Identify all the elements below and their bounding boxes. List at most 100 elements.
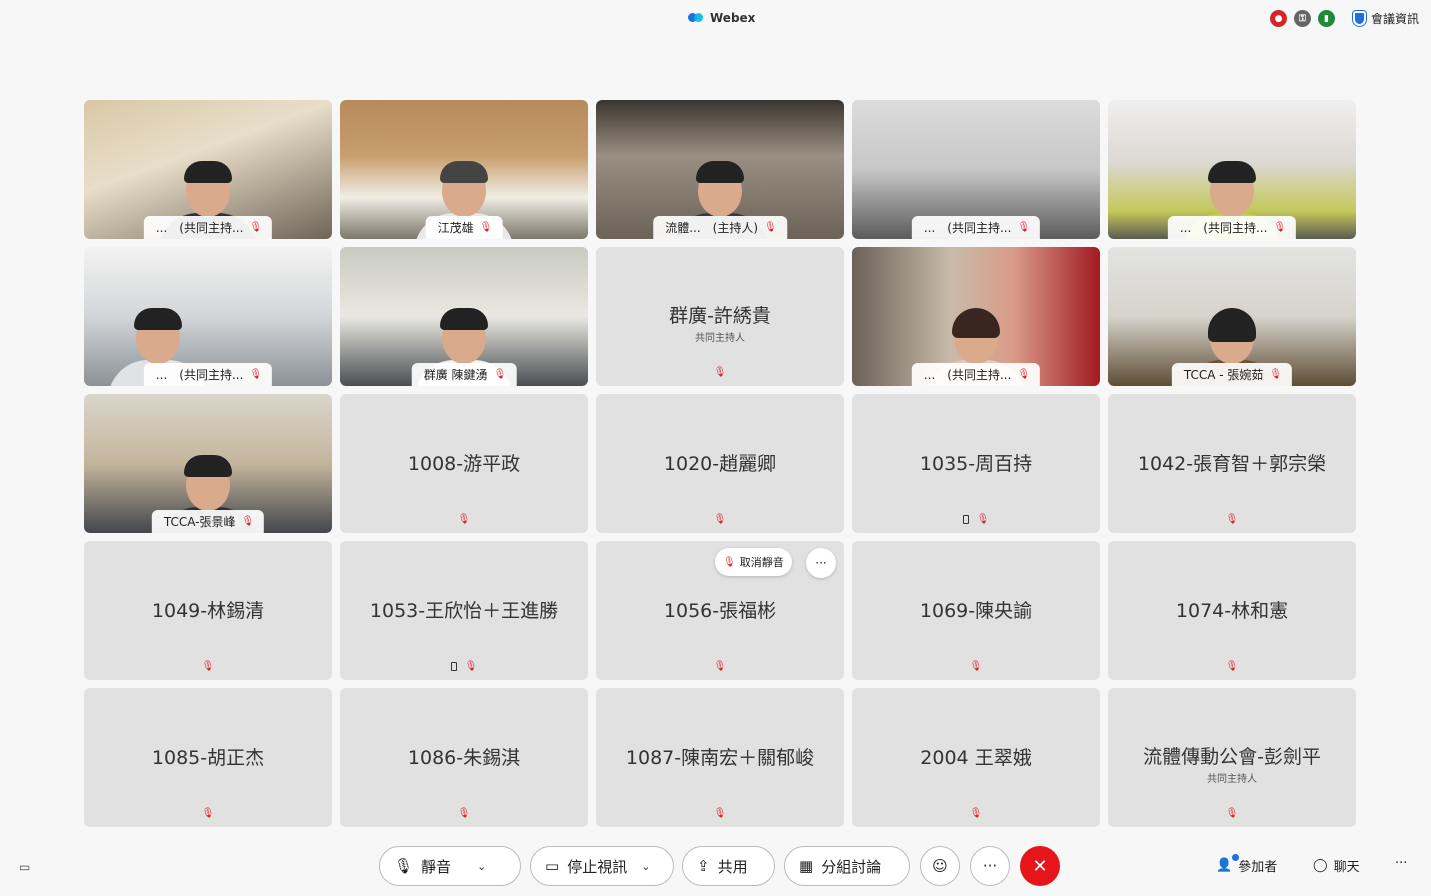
phone-icon (962, 515, 969, 524)
participant-name: 1085-胡正杰 (151, 747, 265, 769)
more-options-button[interactable]: ··· (970, 846, 1010, 886)
mic-muted-icon: 🎙 (479, 222, 493, 233)
name-tile[interactable]: 1035-周百持 🎙 (852, 394, 1100, 533)
participant-role: 共同主持人 (695, 333, 745, 344)
stop-video-label: 停止視訊 (567, 857, 628, 876)
overflow-menu-button[interactable]: ··· (1395, 856, 1407, 871)
video-tile[interactable]: TCCA - 張婉茹 🎙 (1108, 247, 1356, 386)
video-tile[interactable]: ... (共同主持... 🎙 (1108, 100, 1356, 239)
tile-status: 🎙 (1108, 514, 1356, 525)
participant-name: 流體傳動公會-彭劍平 (1143, 746, 1321, 768)
video-tile[interactable]: ... (共同主持... 🎙 (852, 100, 1100, 239)
mic-muted-icon: 🎙 (1225, 514, 1239, 525)
video-tile[interactable]: 江茂雄 🎙 (340, 100, 588, 239)
captions-icon[interactable]: ▭ (19, 860, 30, 874)
mic-muted-icon: 🎙 (1017, 369, 1031, 380)
stop-video-button[interactable]: ▭ 停止視訊 ⌄ (530, 846, 674, 886)
name-label: 群廣 陳鍵湧 🎙 (411, 363, 517, 386)
participant-more-button[interactable]: ··· (806, 548, 836, 578)
video-tile[interactable]: TCCA-張景峰 🎙 (84, 394, 332, 533)
mute-button[interactable]: 🎙 靜音 ⌄ (379, 846, 521, 886)
share-icon: ⇪ (697, 857, 710, 875)
participant-name: 1074-林和憲 (1175, 600, 1289, 622)
tile-status: 🎙 (84, 661, 332, 672)
name-tile[interactable]: 1069-陳央諭 🎙 (852, 541, 1100, 680)
name-label: ... (共同主持... 🎙 (1167, 216, 1297, 239)
end-call-button[interactable]: ✕ (1020, 846, 1060, 886)
mic-muted-icon: 🎙 (1017, 222, 1031, 233)
share-label: 共用 (717, 857, 748, 876)
mic-muted-icon: 🎙 (457, 808, 471, 819)
mic-muted-icon: 🎙 (969, 808, 983, 819)
name-tile[interactable]: 群廣-許綉貴 共同主持人 🎙 (596, 247, 844, 386)
shield-icon (1352, 10, 1367, 27)
mic-muted-icon: 🎙 (1269, 369, 1283, 380)
key-icon[interactable]: ⚿ (1294, 10, 1311, 27)
name-tile[interactable]: 🎙 取消靜音 ··· 1056-張福彬 🎙 (596, 541, 844, 680)
participants-button[interactable]: 👤 參加者 (1216, 854, 1277, 875)
tile-status: 🎙 (340, 661, 588, 672)
mic-muted-icon: 🎙 (1225, 661, 1239, 672)
mic-muted-icon: 🎙 (1225, 808, 1239, 819)
microphone-icon: 🎙 (394, 857, 414, 875)
name-tile[interactable]: 1042-張育智＋郭宗榮 🎙 (1108, 394, 1356, 533)
signal-icon[interactable]: ▮ (1318, 10, 1335, 27)
camera-icon: ▭ (545, 857, 560, 875)
participant-name: 1008-游平政 (407, 453, 521, 475)
mute-label: 靜音 (421, 857, 452, 876)
video-tile[interactable]: ... (共同主持... 🎙 (852, 247, 1100, 386)
participant-name: 1053-王欣怡＋王進勝 (369, 600, 559, 622)
mic-muted-icon: 🎙 (969, 661, 983, 672)
chevron-down-icon[interactable]: ⌄ (641, 860, 650, 873)
mic-muted-icon: 🎙 (249, 369, 263, 380)
video-tile[interactable]: 群廣 陳鍵湧 🎙 (340, 247, 588, 386)
mic-muted-icon: 🎙 (713, 514, 727, 525)
name-tile[interactable]: 1087-陳南宏＋關郁峻 🎙 (596, 688, 844, 827)
name-tile[interactable]: 1053-王欣怡＋王進勝 🎙 (340, 541, 588, 680)
mic-muted-icon: 🎙 (493, 369, 507, 380)
video-tile[interactable]: 流體... (主持人) 🎙 (596, 100, 844, 239)
name-tile[interactable]: 流體傳動公會-彭劍平 共同主持人 🎙 (1108, 688, 1356, 827)
mic-muted-icon: 🎙 (713, 661, 727, 672)
phone-icon (450, 662, 457, 671)
name-tile[interactable]: 1074-林和憲 🎙 (1108, 541, 1356, 680)
tile-status: 🎙 (340, 514, 588, 525)
name-tile[interactable]: 1086-朱錫淇 🎙 (340, 688, 588, 827)
name-tile[interactable]: 2004 王翠娥 🎙 (852, 688, 1100, 827)
participant-grid: ... (共同主持... 🎙 江茂雄 🎙 流體... (主持人) 🎙 ... (共同主… (84, 100, 1356, 827)
app-title: Webex (688, 11, 755, 25)
tile-status: 🎙 (596, 514, 844, 525)
breakout-button[interactable]: ▦ 分組討論 (784, 846, 910, 886)
participant-name: 1056-張福彬 (663, 600, 777, 622)
person-icon: 👤 (1216, 854, 1239, 873)
tile-status: 🎙 (852, 661, 1100, 672)
mic-muted-icon: 🎙 (976, 514, 990, 525)
video-tile[interactable]: ... (共同主持... 🎙 (84, 100, 332, 239)
webex-logo-icon (688, 12, 704, 24)
record-icon[interactable]: ● (1270, 10, 1287, 27)
reactions-button[interactable]: ☺ (920, 846, 960, 886)
name-tile[interactable]: 1008-游平政 🎙 (340, 394, 588, 533)
close-icon: ✕ (1032, 855, 1048, 877)
breakout-grid-icon: ▦ (799, 857, 814, 875)
name-tile[interactable]: 1020-趙麗卿 🎙 (596, 394, 844, 533)
video-tile[interactable]: ... (共同主持... 🎙 (84, 247, 332, 386)
name-label: 流體... (主持人) 🎙 (653, 216, 787, 239)
name-label: 江茂雄 🎙 (425, 216, 503, 239)
breakout-label: 分組討論 (821, 857, 882, 876)
participant-name: 1020-趙麗卿 (663, 453, 777, 475)
chevron-down-icon[interactable]: ⌄ (477, 860, 486, 873)
name-tile[interactable]: 1049-林錫清 🎙 (84, 541, 332, 680)
chat-button[interactable]: ◯ 聊天 (1313, 856, 1360, 875)
mic-muted-icon: 🎙 (201, 808, 215, 819)
name-tile[interactable]: 1085-胡正杰 🎙 (84, 688, 332, 827)
share-button[interactable]: ⇪ 共用 (682, 846, 775, 886)
unmute-label: 取消靜音 (739, 556, 784, 569)
name-label: ... (共同主持... 🎙 (143, 363, 273, 386)
meeting-info-button[interactable]: 會議資訊 (1352, 10, 1419, 27)
mic-muted-icon: 🎙 (713, 367, 727, 378)
mic-muted-icon: 🎙 (713, 808, 727, 819)
participant-name: 1049-林錫清 (151, 600, 265, 622)
participant-name: 1086-朱錫淇 (407, 747, 521, 769)
unmute-participant-button[interactable]: 🎙 取消靜音 (715, 548, 792, 576)
